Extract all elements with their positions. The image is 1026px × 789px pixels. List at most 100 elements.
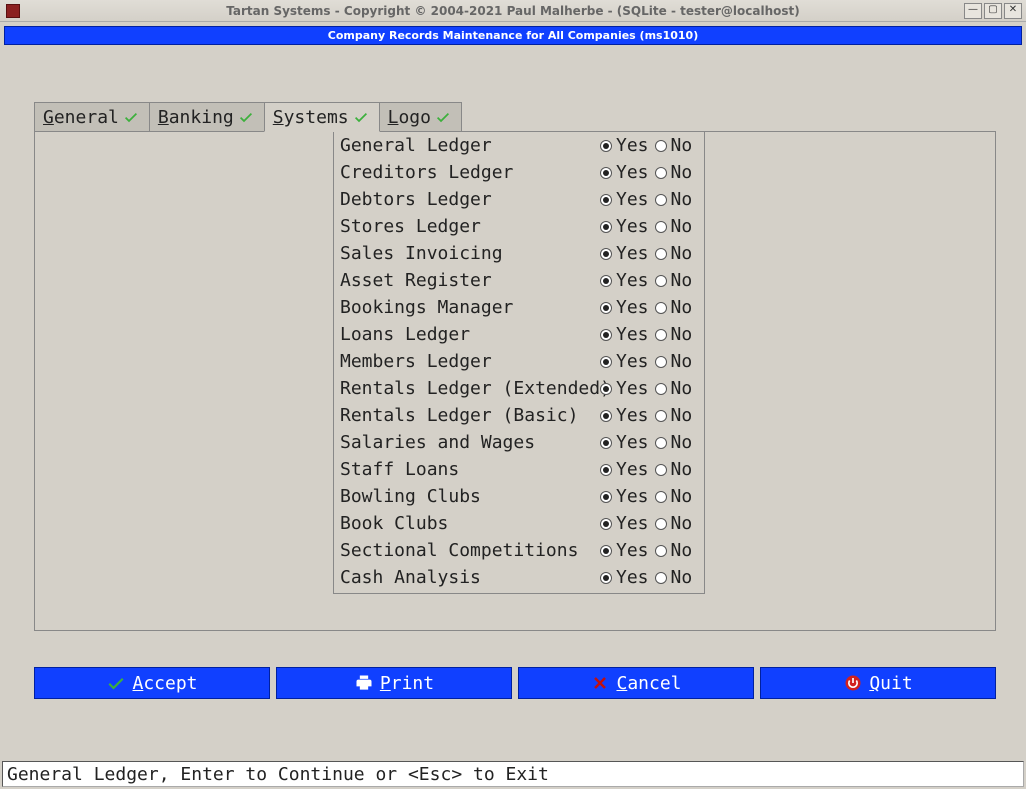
systems-panel: General LedgerYesNoCreditors LedgerYesNo… — [333, 132, 705, 594]
system-label: Sectional Competitions — [340, 540, 600, 561]
radio-yes-label: Yes — [616, 243, 649, 264]
radio-no-label: No — [671, 513, 693, 534]
radio-yes[interactable] — [600, 275, 612, 287]
radio-no-label: No — [671, 270, 693, 291]
system-row: Book ClubsYesNo — [340, 510, 696, 537]
radio-no-label: No — [671, 243, 693, 264]
radio-yes[interactable] — [600, 572, 612, 584]
radio-no[interactable] — [655, 302, 667, 314]
radio-no[interactable] — [655, 545, 667, 557]
radio-no[interactable] — [655, 491, 667, 503]
tab-logo[interactable]: Logo — [379, 102, 462, 132]
radio-no[interactable] — [655, 437, 667, 449]
system-label: Staff Loans — [340, 459, 600, 480]
accept-button[interactable]: Accept — [34, 667, 270, 699]
system-label: Bookings Manager — [340, 297, 600, 318]
window-titlebar: Tartan Systems - Copyright © 2004-2021 P… — [0, 0, 1026, 22]
system-label: Debtors Ledger — [340, 189, 600, 210]
tab-body: General LedgerYesNoCreditors LedgerYesNo… — [34, 131, 996, 631]
quit-label-rest: uit — [880, 673, 913, 694]
radio-no[interactable] — [655, 140, 667, 152]
radio-yes[interactable] — [600, 464, 612, 476]
radio-yes[interactable] — [600, 491, 612, 503]
status-bar: General Ledger, Enter to Continue or <Es… — [2, 761, 1024, 787]
page-title: Company Records Maintenance for All Comp… — [4, 26, 1022, 45]
print-button[interactable]: Print — [276, 667, 512, 699]
radio-no[interactable] — [655, 518, 667, 530]
radio-no[interactable] — [655, 167, 667, 179]
radio-yes[interactable] — [600, 437, 612, 449]
radio-no-label: No — [671, 351, 693, 372]
radio-no[interactable] — [655, 356, 667, 368]
cancel-accel: C — [616, 673, 627, 694]
radio-yes-label: Yes — [616, 432, 649, 453]
system-row: Salaries and WagesYesNo — [340, 429, 696, 456]
radio-yes[interactable] — [600, 167, 612, 179]
checkmark-icon — [353, 109, 369, 125]
tab-label: Banking — [158, 107, 234, 128]
system-row: Loans LedgerYesNo — [340, 321, 696, 348]
radio-yes-label: Yes — [616, 459, 649, 480]
system-row: Staff LoansYesNo — [340, 456, 696, 483]
radio-no[interactable] — [655, 248, 667, 260]
system-row: Cash AnalysisYesNo — [340, 564, 696, 591]
accept-accel: A — [132, 673, 143, 694]
tab-systems[interactable]: Systems — [264, 102, 380, 132]
radio-yes-label: Yes — [616, 378, 649, 399]
system-row: Bowling ClubsYesNo — [340, 483, 696, 510]
radio-yes[interactable] — [600, 248, 612, 260]
tab-banking[interactable]: Banking — [149, 102, 265, 132]
accept-label-rest: ccept — [143, 673, 197, 694]
radio-no[interactable] — [655, 572, 667, 584]
radio-no[interactable] — [655, 194, 667, 206]
system-row: General LedgerYesNo — [340, 132, 696, 159]
radio-yes[interactable] — [600, 356, 612, 368]
radio-no-label: No — [671, 486, 693, 507]
system-label: Creditors Ledger — [340, 162, 600, 183]
radio-yes[interactable] — [600, 302, 612, 314]
radio-yes[interactable] — [600, 140, 612, 152]
checkmark-icon — [238, 109, 254, 125]
cancel-button[interactable]: Cancel — [518, 667, 754, 699]
radio-yes-label: Yes — [616, 324, 649, 345]
radio-no[interactable] — [655, 221, 667, 233]
close-button[interactable]: ✕ — [1004, 3, 1022, 19]
radio-no-label: No — [671, 162, 693, 183]
radio-no-label: No — [671, 540, 693, 561]
system-label: Rentals Ledger (Extended) — [340, 378, 600, 399]
radio-no-label: No — [671, 378, 693, 399]
checkmark-icon — [435, 109, 451, 125]
radio-yes[interactable] — [600, 410, 612, 422]
tab-label: Systems — [273, 107, 349, 128]
radio-yes[interactable] — [600, 194, 612, 206]
radio-yes[interactable] — [600, 545, 612, 557]
radio-yes-label: Yes — [616, 297, 649, 318]
system-row: Rentals Ledger (Extended) Yes No — [340, 375, 696, 402]
minimize-button[interactable]: — — [964, 3, 982, 19]
radio-no[interactable] — [655, 329, 667, 341]
radio-yes-label: Yes — [616, 351, 649, 372]
check-icon — [106, 673, 126, 693]
tab-general[interactable]: General — [34, 102, 150, 132]
radio-no-label: No — [671, 405, 693, 426]
radio-yes-label: Yes — [616, 513, 649, 534]
radio-yes[interactable] — [600, 329, 612, 341]
system-label: General Ledger — [340, 135, 600, 156]
maximize-button[interactable]: ▢ — [984, 3, 1002, 19]
quit-button[interactable]: Quit — [760, 667, 996, 699]
radio-yes[interactable] — [600, 518, 612, 530]
radio-yes[interactable] — [600, 383, 612, 395]
app-area: Company Records Maintenance for All Comp… — [0, 22, 1026, 789]
radio-no-label: No — [671, 189, 693, 210]
radio-no[interactable] — [655, 464, 667, 476]
system-row: Bookings ManagerYesNo — [340, 294, 696, 321]
tab-label: Logo — [388, 107, 431, 128]
radio-yes[interactable] — [600, 221, 612, 233]
system-label: Stores Ledger — [340, 216, 600, 237]
power-icon — [843, 673, 863, 693]
tab-label: General — [43, 107, 119, 128]
radio-no[interactable] — [655, 383, 667, 395]
quit-accel: Q — [869, 673, 880, 694]
radio-no[interactable] — [655, 275, 667, 287]
radio-no[interactable] — [655, 410, 667, 422]
